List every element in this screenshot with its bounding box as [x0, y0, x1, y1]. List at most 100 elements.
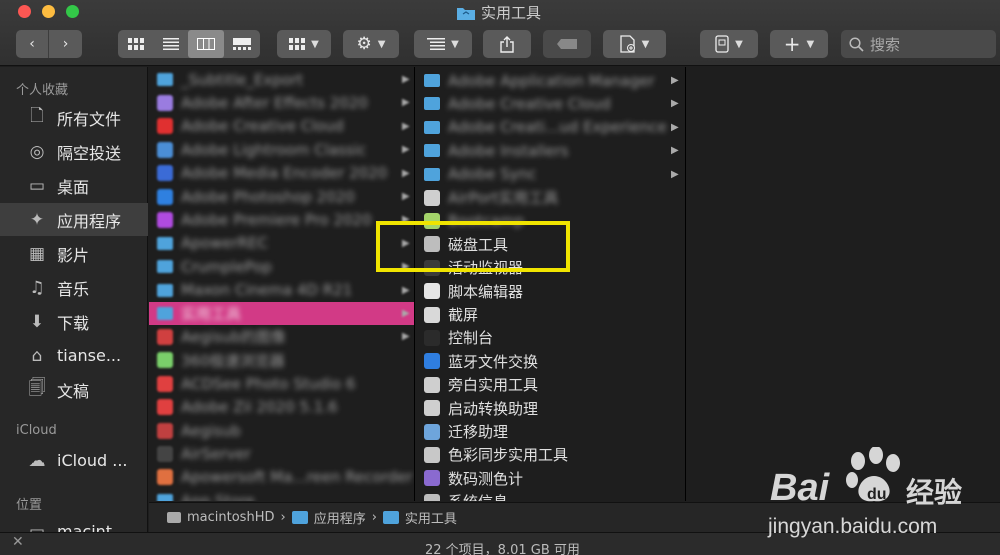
disk-icon — [167, 512, 181, 523]
list-item[interactable]: Maxon Cinema 4D R21 — [149, 279, 414, 302]
list-item[interactable]: Aegisub — [149, 419, 414, 442]
list-view-button[interactable] — [153, 30, 188, 58]
list-item[interactable]: Apowersoft Ma...reen Recorder — [149, 466, 414, 489]
arrange-button[interactable]: ▼ — [414, 30, 472, 58]
list-item[interactable]: Adobe Creative Cloud — [149, 115, 414, 138]
sidebar-item-document[interactable]: 🗋 所有文件 — [0, 101, 148, 134]
list-item[interactable]: 脚本编辑器 — [416, 280, 685, 303]
disclosure-arrow-icon: ▶ — [671, 145, 679, 157]
list-item[interactable]: Adobe Photoshop 2020 — [149, 185, 414, 208]
search-field[interactable]: 搜索 — [841, 30, 996, 58]
list-item[interactable]: 数码测色计 — [416, 467, 685, 490]
list-item[interactable]: Adobe Zii 2020 5.1.6 — [149, 396, 414, 419]
path-crumb-applications[interactable]: 应用程序 — [314, 508, 366, 527]
list-item[interactable]: AirPort实用工具 — [416, 186, 685, 209]
list-item-label: ApowerREC — [181, 234, 268, 253]
list-item[interactable]: Adobe Lightroom Classic — [149, 138, 414, 161]
baidu-watermark: Bai du 经验 jingyan.baidu.com — [768, 445, 1000, 555]
chevron-right-icon: › — [371, 510, 377, 525]
list-item[interactable]: 旁白实用工具 — [416, 373, 685, 396]
icon-view-button[interactable] — [118, 30, 153, 58]
sidebar-item-airdrop[interactable]: ◎ 隔空投送 — [0, 135, 148, 168]
chevron-down-icon: ▼ — [377, 38, 386, 50]
list-item[interactable]: Adobe Application Manager — [416, 69, 685, 92]
colorsync-icon — [424, 446, 440, 463]
list-item[interactable]: App Store — [149, 489, 414, 501]
new-document-button[interactable]: ▼ — [603, 30, 666, 58]
list-item[interactable]: 截屏 — [416, 303, 685, 326]
sidebar-item-label: 桌面 — [57, 177, 90, 197]
sidebar-item-label: 应用程序 — [57, 211, 122, 231]
list-item[interactable]: AirServer — [149, 442, 414, 465]
sidebar-item-home[interactable]: ⌂ tianse... — [0, 339, 148, 372]
sidebar-resize-icon[interactable]: ✕ — [12, 534, 24, 550]
back-button[interactable]: ‹ — [16, 30, 49, 58]
device-menu-button[interactable]: ▼ — [700, 30, 758, 58]
list-item[interactable]: 启动转换助理 — [416, 397, 685, 420]
list-item[interactable]: 控制台 — [416, 326, 685, 349]
sidebar-item-download[interactable]: ⬇ 下载 — [0, 305, 148, 338]
app-icon — [157, 165, 173, 182]
list-item-label: 实用工具 — [181, 305, 242, 323]
list-item-label: Adobe Creative Cloud — [448, 94, 611, 113]
list-item[interactable]: 迁移助理 — [416, 420, 685, 443]
list-item-label: Adobe Premiere Pro 2020 — [181, 210, 372, 229]
desktop-icon: ▭ — [28, 175, 46, 196]
sidebar-item-film[interactable]: ▦ 影片 — [0, 237, 148, 270]
list-item[interactable]: Adobe Media Encoder 2020 — [149, 162, 414, 185]
list-item[interactable]: Adobe After Effects 2020 — [149, 91, 414, 114]
list-item-label: Adobe Lightroom Classic — [181, 140, 367, 159]
list-item-label: 脚本编辑器 — [448, 282, 524, 301]
path-crumb-utilities[interactable]: 实用工具 — [405, 508, 457, 527]
app-icon — [157, 469, 173, 486]
disclosure-arrow-icon: ▶ — [671, 75, 679, 86]
list-item[interactable]: 系统信息 — [416, 490, 685, 501]
list-item-label: Apowersoft Ma...reen Recorder — [181, 468, 413, 487]
sidebar-item-label: tianse... — [57, 346, 122, 365]
sidebar-item-icloud-drive[interactable]: ☁ iCloud ... — [0, 444, 148, 477]
list-item[interactable]: 蓝牙文件交换 — [416, 350, 685, 373]
documents-icon: 🗐 — [28, 378, 46, 398]
column-utilities: Adobe Application Manager ▶ Adobe Creative… — [416, 67, 686, 501]
folder-icon — [157, 307, 173, 320]
sidebar-item-desktop[interactable]: ▭ 桌面 — [0, 169, 148, 202]
sysinfo-icon — [424, 493, 440, 501]
sidebar-item-documents[interactable]: 🗐 文稿 — [0, 373, 148, 406]
gallery-view-button[interactable] — [224, 30, 260, 58]
list-item[interactable]: 实用工具 — [149, 302, 414, 325]
list-item[interactable]: Adobe Sync — [416, 163, 685, 186]
list-item[interactable]: Adobe Installers — [416, 139, 685, 162]
app-icon — [157, 118, 173, 135]
close-window-button[interactable] — [18, 5, 31, 18]
add-button[interactable]: + ▼ — [770, 30, 828, 58]
window-title: 实用工具 — [457, 2, 541, 23]
action-menu-button[interactable]: ⚙ ▼ — [343, 30, 399, 58]
folder-icon — [424, 120, 440, 134]
tag-button[interactable] — [543, 30, 591, 58]
folder-icon — [424, 74, 440, 87]
share-button[interactable] — [483, 30, 531, 58]
list-item[interactable]: Adobe Creative Cloud — [416, 92, 685, 115]
sidebar-item-label: iCloud ... — [57, 451, 128, 470]
sidebar-item-applications[interactable]: ✦ 应用程序 — [0, 203, 148, 236]
minimize-window-button[interactable] — [42, 5, 55, 18]
list-item[interactable]: _Subtitle_Export — [149, 68, 414, 91]
folder-icon — [424, 97, 440, 111]
list-item[interactable]: ACDSee Photo Studio 6 — [149, 372, 414, 395]
list-item[interactable]: Aegisub的图像 — [149, 325, 414, 348]
forward-button[interactable]: › — [49, 30, 82, 58]
list-item[interactable]: 360极速浏览器 — [149, 349, 414, 372]
column-view-button[interactable] — [188, 30, 224, 58]
list-item-label: Adobe Sync — [448, 165, 537, 184]
list-item[interactable]: 色彩同步实用工具 — [416, 443, 685, 466]
group-by-button[interactable]: ▼ — [277, 30, 331, 58]
voiceover-icon — [424, 376, 440, 393]
list-item[interactable]: Adobe Creati...ud Experience — [416, 116, 685, 139]
path-crumb-disk[interactable]: macintoshHD — [187, 510, 274, 525]
sidebar-item-music[interactable]: ♫ 音乐 — [0, 271, 148, 304]
app-icon — [157, 141, 173, 158]
gear-icon: ⚙ — [356, 34, 372, 54]
list-item-label: Aegisub — [181, 421, 241, 440]
zoom-window-button[interactable] — [66, 5, 79, 18]
list-item-label: Adobe Photoshop 2020 — [181, 187, 355, 206]
